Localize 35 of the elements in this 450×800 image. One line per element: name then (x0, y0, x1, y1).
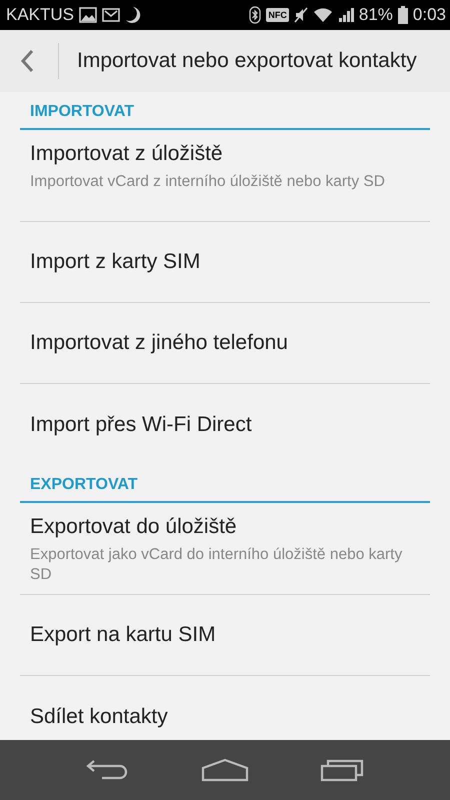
mail-icon (102, 8, 120, 22)
back-arrow-icon (86, 759, 130, 781)
item-title: Export na kartu SIM (30, 623, 217, 647)
signal-icon (338, 7, 354, 23)
battery-percentage: 81% (358, 5, 393, 25)
moon-icon (125, 6, 142, 24)
list-item[interactable]: Importovat z úložiště Importovat vCard z interního úložiště nebo karty SD (20, 130, 430, 222)
item-title: Importovat z jiného telefonu (30, 331, 289, 355)
list-item[interactable]: Exportovat do úložiště Exportovat jako vCard do interního úložiště nebo karty SD (20, 503, 430, 595)
item-subtitle: Exportovat jako vCard do interního úložiště nebo karty SD (30, 545, 404, 585)
list-item[interactable]: Sdílet kontakty (20, 676, 430, 740)
item-title: Import z karty SIM (30, 250, 202, 274)
wifi-icon (312, 7, 333, 23)
list-item[interactable]: Import z karty SIM (20, 222, 430, 303)
list-item[interactable]: Import přes Wi-Fi Direct (20, 384, 430, 465)
item-subtitle: Importovat vCard z interního úložiště nebo karty SD (30, 172, 386, 192)
clock: 0:03 (412, 5, 446, 25)
image-icon (79, 7, 98, 23)
recent-apps-icon (320, 758, 364, 782)
home-outline-icon (200, 758, 249, 782)
chevron-left-icon (20, 49, 34, 73)
carrier-name: KAKTUS (6, 5, 74, 25)
section-header: IMPORTOVAT (20, 92, 430, 130)
item-title: Importovat z úložiště (30, 142, 224, 166)
list-item[interactable]: Export na kartu SIM (20, 595, 430, 676)
bluetooth-icon (249, 6, 262, 24)
item-title: Import přes Wi-Fi Direct (30, 412, 253, 436)
list-item[interactable]: Importovat z jiného telefonu (20, 303, 430, 384)
battery-icon (398, 6, 408, 24)
nfc-badge: NFC (266, 8, 289, 22)
item-title: Sdílet kontakty (30, 704, 169, 728)
item-title: Exportovat do úložiště (30, 515, 238, 539)
muted-speaker-icon (294, 7, 308, 23)
section-header: EXPORTOVAT (20, 465, 430, 503)
screen-title: Importovat nebo exportovat kontakty (77, 49, 417, 73)
